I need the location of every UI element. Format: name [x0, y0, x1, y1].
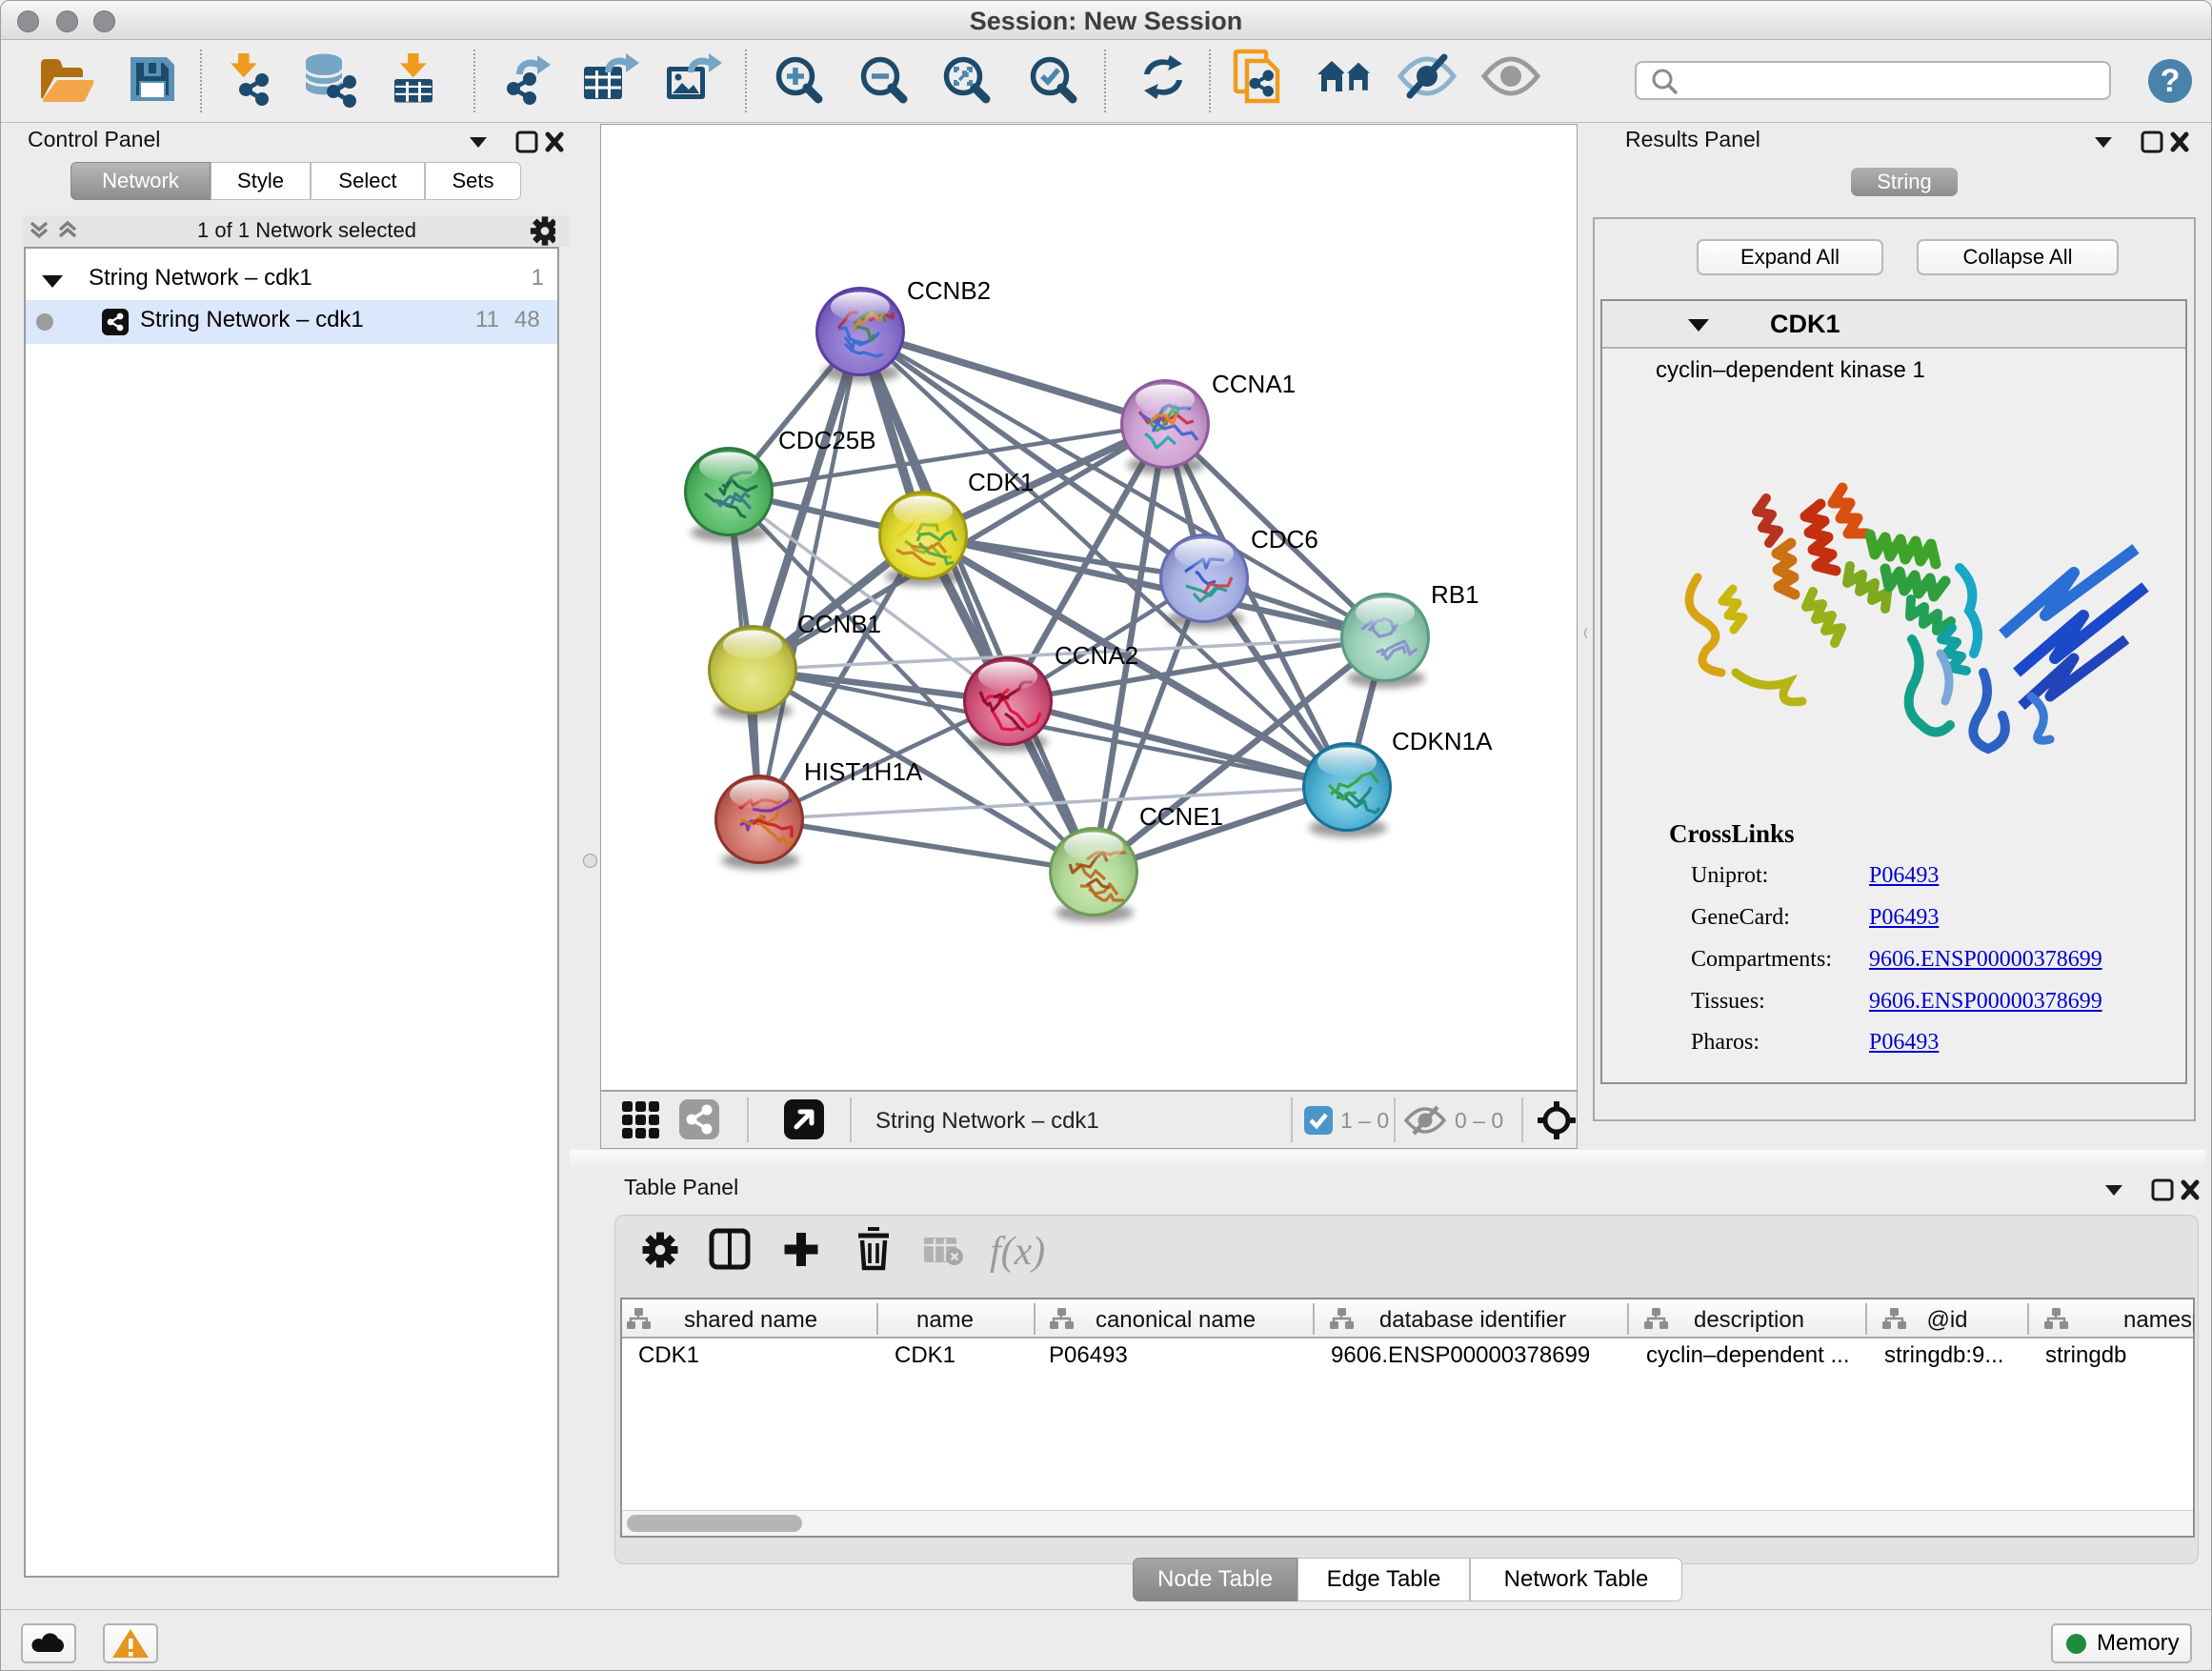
svg-text:1 – 0: 1 – 0	[1340, 1108, 1389, 1133]
svg-text:String Network – cdk1: String Network – cdk1	[875, 1108, 1099, 1134]
svg-text:CDC25B: CDC25B	[778, 426, 876, 454]
svg-text:shared name: shared name	[684, 1307, 817, 1333]
svg-text:@id: @id	[1926, 1307, 1967, 1333]
svg-text:CCNA2: CCNA2	[1055, 641, 1138, 670]
svg-text:RB1: RB1	[1431, 580, 1479, 609]
svg-text:database identifier: database identifier	[1379, 1307, 1566, 1333]
svg-text:CDK1: CDK1	[968, 468, 1034, 496]
svg-text:name: name	[916, 1307, 974, 1333]
svg-text:CCNA1: CCNA1	[1212, 370, 1296, 398]
svg-text:namespac: namespac	[2123, 1307, 2194, 1333]
svg-text:CCNB1: CCNB1	[797, 610, 881, 638]
svg-text:canonical name: canonical name	[1096, 1307, 1256, 1333]
svg-text:0 – 0: 0 – 0	[1455, 1108, 1503, 1133]
svg-text:CDC6: CDC6	[1251, 525, 1318, 554]
svg-text:description: description	[1694, 1307, 1804, 1333]
svg-text:CCNE1: CCNE1	[1139, 802, 1223, 831]
svg-text:CDKN1A: CDKN1A	[1392, 727, 1493, 755]
svg-text:HIST1H1A: HIST1H1A	[804, 757, 923, 786]
svg-text:f(x): f(x)	[990, 1230, 1045, 1274]
svg-text:CCNB2: CCNB2	[907, 276, 991, 305]
